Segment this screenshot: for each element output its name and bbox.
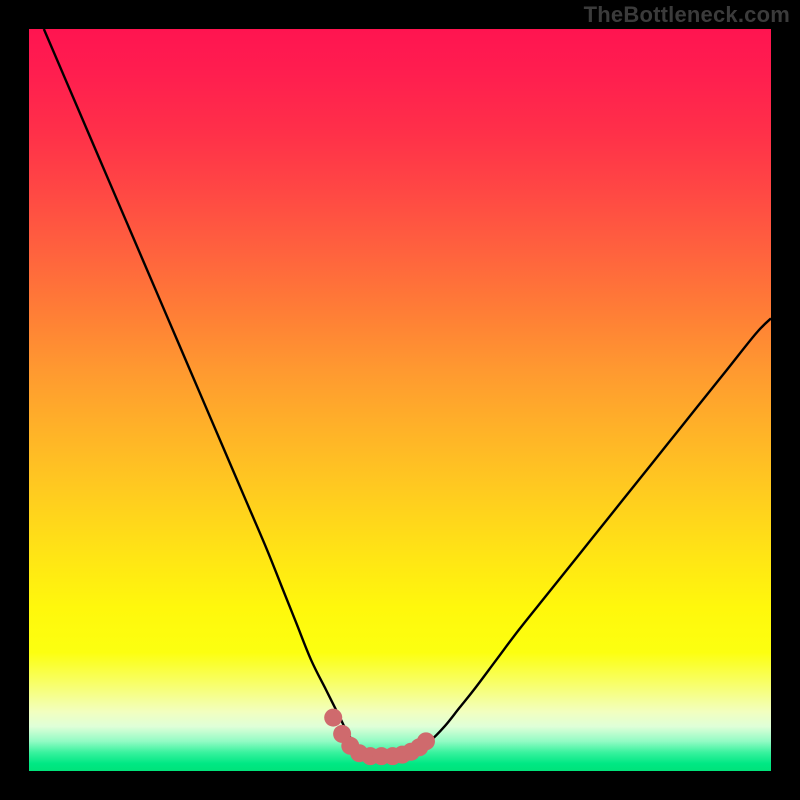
watermark-text: TheBottleneck.com [584,2,790,28]
plot-area [29,29,771,771]
bottleneck-curve [29,29,771,771]
curve-marker [324,709,342,727]
curve-line [44,29,771,756]
chart-frame: TheBottleneck.com [0,0,800,800]
curve-markers [324,709,435,766]
curve-marker [417,732,435,750]
